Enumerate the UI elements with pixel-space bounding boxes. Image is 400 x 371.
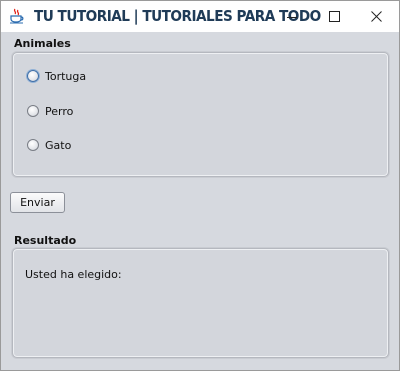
radio-button[interactable]: [27, 105, 39, 117]
maximize-icon: [328, 11, 340, 22]
radio-label: Tortuga: [45, 69, 87, 83]
maximize-button[interactable]: [311, 1, 357, 32]
minimize-button[interactable]: [269, 1, 315, 32]
radio-gato[interactable]: Gato: [27, 136, 71, 154]
animals-group-label: Animales: [14, 37, 71, 50]
radio-button[interactable]: [27, 70, 39, 82]
radio-label: Gato: [45, 138, 72, 152]
enviar-button[interactable]: Enviar: [10, 192, 65, 213]
animals-panel: Tortuga Perro Gato: [12, 52, 389, 177]
result-group-label: Resultado: [14, 234, 77, 247]
app-window: TU TUTORIAL | TUTORIALES PARA TODO Anima…: [0, 0, 400, 371]
result-panel: Usted ha elegido:: [12, 248, 389, 358]
radio-button[interactable]: [27, 139, 39, 151]
title-bar[interactable]: TU TUTORIAL | TUTORIALES PARA TODO: [1, 1, 399, 32]
radio-tortuga[interactable]: Tortuga: [27, 67, 86, 85]
result-text: Usted ha elegido:: [25, 268, 122, 281]
close-button[interactable]: [353, 1, 399, 32]
minimize-icon: [287, 16, 297, 18]
radio-label: Perro: [45, 104, 74, 118]
radio-perro[interactable]: Perro: [27, 102, 73, 120]
close-icon: [370, 11, 382, 22]
content-pane: Animales Tortuga Perro Gato Enviar Resul…: [1, 32, 399, 370]
java-coffee-icon: [10, 8, 24, 24]
